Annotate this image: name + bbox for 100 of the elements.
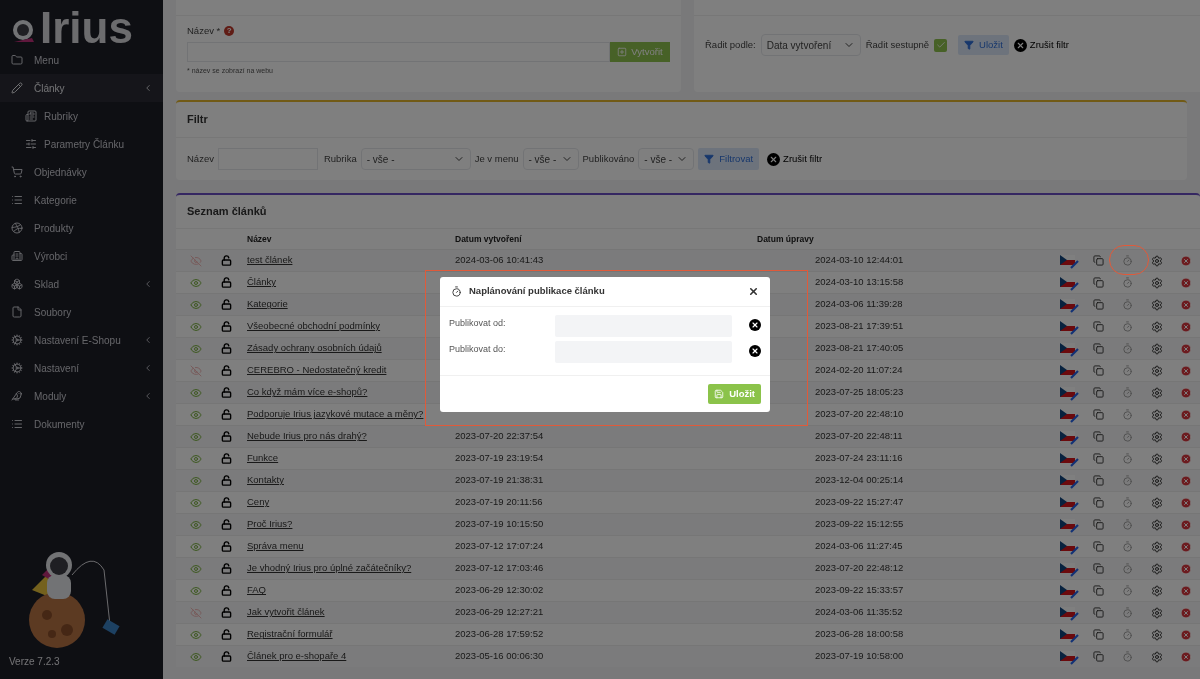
timer-icon[interactable] — [1122, 585, 1133, 596]
sidebar-item[interactable]: Sklad — [0, 270, 163, 298]
eye-icon[interactable] — [190, 518, 202, 531]
copy-icon[interactable] — [1093, 453, 1104, 464]
delete-icon[interactable] — [1179, 540, 1192, 553]
article-link[interactable]: Jak vytvořit článek — [247, 606, 325, 618]
timer-icon[interactable] — [1122, 431, 1133, 442]
eye-icon[interactable] — [190, 342, 202, 355]
flag-edit-icon[interactable] — [1059, 318, 1080, 335]
eye-icon[interactable] — [190, 430, 202, 443]
lock-icon[interactable] — [220, 321, 232, 332]
flag-edit-icon[interactable] — [1059, 538, 1080, 555]
timer-icon[interactable] — [1122, 475, 1133, 486]
lock-icon[interactable] — [220, 387, 232, 398]
flag-edit-icon[interactable] — [1059, 428, 1080, 445]
sidebar-item[interactable]: Kategorie — [0, 186, 163, 214]
filter-button[interactable]: Filtrovat — [698, 148, 760, 170]
lock-icon[interactable] — [220, 299, 232, 310]
copy-icon[interactable] — [1093, 585, 1104, 596]
flag-edit-icon[interactable] — [1059, 450, 1080, 467]
published-select[interactable]: - vše - — [638, 148, 695, 170]
sidebar-item[interactable]: Objednávky — [0, 158, 163, 186]
copy-icon[interactable] — [1093, 475, 1104, 486]
article-link[interactable]: Správa menu — [247, 540, 304, 552]
delete-icon[interactable] — [1179, 408, 1192, 421]
gear-icon[interactable] — [1150, 452, 1163, 465]
copy-icon[interactable] — [1093, 651, 1104, 662]
article-link[interactable]: Podporuje Irius jazykové mutace a měny? — [247, 408, 424, 420]
lock-icon[interactable] — [220, 563, 232, 574]
flag-edit-icon[interactable] — [1059, 252, 1080, 269]
lock-icon[interactable] — [220, 607, 232, 618]
copy-icon[interactable] — [1093, 387, 1104, 398]
flag-edit-icon[interactable] — [1059, 516, 1080, 533]
delete-icon[interactable] — [1179, 650, 1192, 663]
timer-icon[interactable] — [1122, 629, 1133, 640]
eye-icon[interactable] — [190, 584, 202, 597]
flag-edit-icon[interactable] — [1059, 648, 1080, 665]
timer-icon[interactable] — [1122, 541, 1133, 552]
timer-icon[interactable] — [1122, 409, 1133, 420]
lock-icon[interactable] — [220, 497, 232, 508]
flag-edit-icon[interactable] — [1059, 384, 1080, 401]
timer-icon[interactable] — [1122, 387, 1133, 398]
flag-edit-icon[interactable] — [1059, 494, 1080, 511]
flag-edit-icon[interactable] — [1059, 472, 1080, 489]
delete-icon[interactable] — [1179, 452, 1192, 465]
copy-icon[interactable] — [1093, 541, 1104, 552]
eye-icon[interactable] — [190, 276, 202, 289]
sidebar-item[interactable]: Moduly — [0, 382, 163, 410]
sidebar-item[interactable]: Nastavení E-Shopu — [0, 326, 163, 354]
eye-icon[interactable] — [190, 628, 202, 641]
delete-icon[interactable] — [1179, 386, 1192, 399]
lock-icon[interactable] — [220, 519, 232, 530]
copy-icon[interactable] — [1093, 431, 1104, 442]
article-link[interactable]: Co když mám více e-shopů? — [247, 386, 368, 398]
gear-icon[interactable] — [1150, 342, 1163, 355]
lock-icon[interactable] — [220, 629, 232, 640]
article-link[interactable]: FAQ — [247, 584, 266, 596]
copy-icon[interactable] — [1093, 409, 1104, 420]
eye-icon[interactable] — [190, 386, 202, 399]
delete-icon[interactable] — [1179, 562, 1192, 575]
article-link[interactable]: Zásady ochrany osobních údajů — [247, 342, 382, 354]
copy-icon[interactable] — [1093, 321, 1104, 332]
delete-icon[interactable] — [1179, 430, 1192, 443]
delete-icon[interactable] — [1179, 496, 1192, 509]
article-link[interactable]: Registrační formulář — [247, 628, 333, 640]
gear-icon[interactable] — [1150, 298, 1163, 311]
clear-filter-button[interactable]: Zrušit filtr — [767, 151, 823, 167]
lock-icon[interactable] — [220, 453, 232, 464]
lock-icon[interactable] — [220, 343, 232, 354]
timer-icon[interactable] — [1122, 519, 1133, 530]
delete-icon[interactable] — [1179, 298, 1192, 311]
eye-icon[interactable] — [190, 408, 202, 421]
gear-icon[interactable] — [1150, 518, 1163, 531]
sidebar-subitem[interactable]: Rubriky — [0, 102, 163, 130]
article-link[interactable]: Nebude Irius pro nás drahý? — [247, 430, 367, 442]
save-button[interactable]: Uložit — [708, 384, 761, 404]
gear-icon[interactable] — [1150, 386, 1163, 399]
delete-icon[interactable] — [1179, 364, 1192, 377]
clear-icon[interactable] — [749, 319, 761, 331]
gear-icon[interactable] — [1150, 540, 1163, 553]
delete-icon[interactable] — [1179, 342, 1192, 355]
name-field[interactable] — [187, 42, 610, 62]
gear-icon[interactable] — [1150, 430, 1163, 443]
article-link[interactable]: Proč Irius? — [247, 518, 293, 530]
gear-icon[interactable] — [1150, 276, 1163, 289]
delete-icon[interactable] — [1179, 276, 1192, 289]
copy-icon[interactable] — [1093, 629, 1104, 640]
clear-filter-button[interactable]: Zrušit filtr — [1013, 37, 1069, 53]
flag-edit-icon[interactable] — [1059, 296, 1080, 313]
copy-icon[interactable] — [1093, 277, 1104, 288]
close-icon[interactable] — [748, 286, 759, 297]
lock-icon[interactable] — [220, 475, 232, 486]
lock-icon[interactable] — [220, 365, 232, 376]
sidebar-item[interactable]: Dokumenty — [0, 410, 163, 438]
sidebar-item[interactable]: Nastavení — [0, 354, 163, 382]
timer-icon[interactable] — [1122, 453, 1133, 464]
delete-icon[interactable] — [1179, 254, 1192, 267]
eye-icon[interactable] — [190, 298, 202, 311]
flag-edit-icon[interactable] — [1059, 362, 1080, 379]
lock-icon[interactable] — [220, 431, 232, 442]
